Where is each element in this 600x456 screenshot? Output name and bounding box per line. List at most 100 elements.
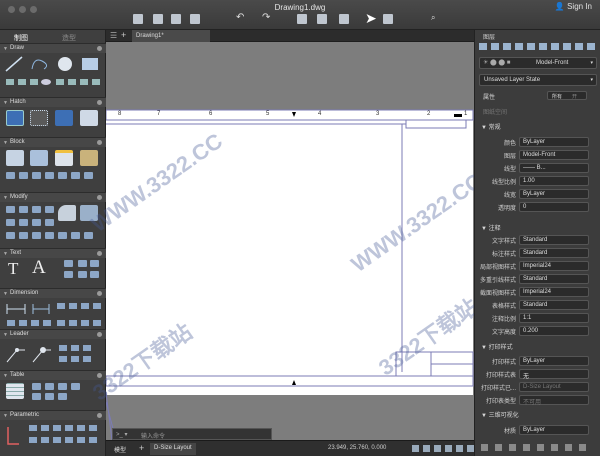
publish-icon[interactable] [339,14,349,24]
property-key: 注释比例 [491,317,516,323]
mouse-pointer-icon: ➤ [365,10,377,26]
dimension-tools[interactable] [5,300,103,330]
sign-in-label: Sign In [567,2,592,11]
property-row: 标注样式 Standard [475,247,600,259]
insert-block-icon[interactable] [6,150,24,166]
property-value[interactable]: Imperial24 [519,261,589,271]
export-icon[interactable] [383,14,393,24]
property-row: 多重引线样式 Standard [475,273,600,285]
section-dimension[interactable]: ▼ Dimension [0,288,106,298]
status-toggle-icons[interactable] [412,444,474,454]
panel-bottom-icons[interactable] [481,443,597,453]
layer-toolbar-icons[interactable] [479,42,597,52]
property-row: 线宽 ByLayer [475,188,600,200]
section-block[interactable]: ▼ Block [0,137,106,147]
print-preview-icon[interactable] [317,14,327,24]
table-icon[interactable] [6,383,24,399]
property-value[interactable]: 1:1 [519,313,589,323]
new-file-icon[interactable] [133,14,143,24]
property-key: 线宽 [503,193,516,199]
section-table[interactable]: ▼ Table [0,370,106,380]
property-key: 文字样式 [491,239,516,245]
group-3d[interactable]: ▼ 三维可视化 [481,410,519,419]
undo-icon[interactable]: ↶ [236,12,244,23]
group-annotation[interactable]: ▼ 注释 [481,223,501,232]
single-line-text-icon[interactable]: A [32,257,46,279]
chamfer-icon[interactable] [80,205,98,221]
property-value[interactable]: Standard [519,248,589,258]
property-value[interactable]: ByLayer [519,425,589,435]
tab-draw[interactable]: 制图 [14,33,28,43]
property-row: 局部视图样式 Imperial24 [475,260,600,272]
layout-tab-model[interactable]: 模型 [114,445,126,454]
add-layout-button[interactable]: + [139,443,144,453]
layout-tab-active[interactable]: D-Size Layout [150,443,196,455]
property-value[interactable]: Imperial24 [519,287,589,297]
current-layer-select[interactable]: ☀ ⬤ ⬤ ■ Model-Front ▾ [479,57,597,69]
section-draw[interactable]: ▼ Draw [0,43,106,53]
property-value[interactable]: Standard [519,235,589,245]
drawing-frame [106,109,474,440]
property-value[interactable]: Standard [519,300,589,310]
hatch-icon[interactable] [6,110,24,126]
search-icon[interactable]: ⌕ [431,13,435,23]
property-value[interactable]: 1.00 [519,176,589,186]
boundary-icon[interactable] [55,110,73,126]
section-modify[interactable]: ▼ Modify [0,192,106,202]
block-editor-icon[interactable] [80,150,98,166]
redo-icon[interactable]: ↷ [262,12,270,23]
tool-palette: 制图 造型 ▼ Draw ▼ Hatch ▼ Block ▼ Modify ▼ Text … [0,30,106,456]
command-input[interactable]: 输入命令 [141,431,165,440]
property-value[interactable]: 无 [519,369,589,380]
tab-list-icon[interactable]: ☰ [110,31,117,40]
open-file-icon[interactable] [153,14,163,24]
title-bar: Drawing1.dwg ↶ ↷ ➤ ⌕ 👤 Sign In [0,0,600,30]
command-line[interactable]: >_ ▾ 输入命令 [112,428,272,440]
plot-icon[interactable] [297,14,307,24]
property-value[interactable]: ByLayer [519,356,589,366]
property-value[interactable]: Standard [519,274,589,284]
property-key: 截面视图样式 [479,291,516,297]
group-plot[interactable]: ▼ 打印样式 [481,342,513,351]
property-value[interactable]: Model-Front [519,150,589,160]
draw-tools[interactable] [4,55,104,93]
section-parametric[interactable]: ▼ Parametric [0,410,106,420]
sign-in-button[interactable]: 👤 Sign In [555,2,592,11]
properties-filter-toggle[interactable]: 所有 开 [547,91,587,100]
property-value[interactable]: 不可用 [519,395,589,406]
save-as-icon[interactable] [190,14,200,24]
command-prompt-icon: >_ ▾ [116,432,128,438]
group-general[interactable]: ▼ 常规 [481,122,501,131]
gradient-icon[interactable] [30,110,48,126]
create-block-icon[interactable] [30,150,48,166]
document-tab-strip: ☰ + Drawing1* [106,30,474,42]
property-value[interactable]: 0.200 [519,326,589,336]
region-icon[interactable] [80,110,98,126]
chevron-down-icon: ▾ [590,60,593,66]
tab-modeling[interactable]: 造型 [62,33,76,43]
leader-tools[interactable] [5,342,103,366]
define-attribute-icon[interactable] [55,150,73,166]
properties-title: 属性 [483,95,496,101]
new-tab-button[interactable]: + [121,30,126,40]
property-row: 材质 ByLayer [475,424,600,436]
document-tab[interactable]: Drawing1* [132,30,210,42]
line-icon [5,56,23,72]
parametric-tools[interactable] [5,422,103,452]
section-text[interactable]: ▼ Text [0,248,106,258]
section-hatch[interactable]: ▼ Hatch [0,97,106,107]
property-value[interactable]: ByLayer [519,189,589,199]
multiline-text-icon[interactable]: T [8,259,18,279]
property-value[interactable]: D-Size Layout [519,382,589,392]
layer-state-select[interactable]: Unsaved Layer State ▾ [479,74,597,86]
property-row: 颜色 ByLayer [475,136,600,148]
property-value[interactable]: ByLayer [519,137,589,147]
save-icon[interactable] [171,14,181,24]
property-key: 线型比例 [491,180,516,186]
fillet-icon[interactable] [58,205,76,221]
property-value[interactable]: 0 [519,202,589,212]
property-key: 标注样式 [491,252,516,258]
property-value[interactable]: —— B... [519,163,589,173]
chevron-down-icon: ▾ [590,77,593,83]
section-leader[interactable]: ▼ Leader [0,329,106,339]
